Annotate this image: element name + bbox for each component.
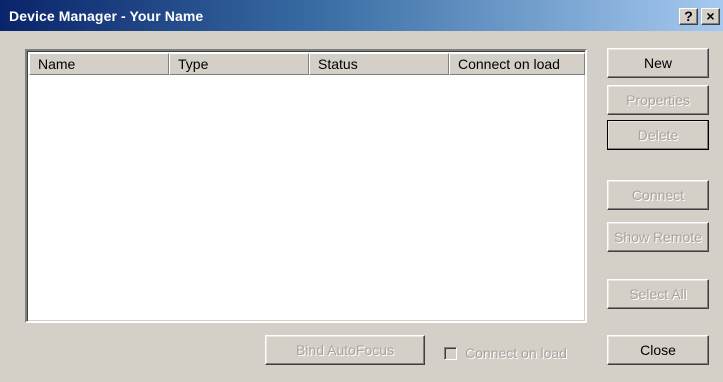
column-header-connect-on-load[interactable]: Connect on load [449,53,585,75]
column-header-status[interactable]: Status [309,53,449,75]
connect-on-load-label: Connect on load [465,345,567,361]
connect-on-load-option[interactable]: Connect on load [444,343,567,363]
column-header-type[interactable]: Type [169,53,309,75]
show-remote-button[interactable]: Show Remote [607,222,709,252]
column-header-name[interactable]: Name [29,53,169,75]
delete-button[interactable]: Delete [607,120,709,150]
connect-on-load-checkbox[interactable] [444,346,457,360]
connect-button[interactable]: Connect [607,180,709,210]
bind-autofocus-button[interactable]: Bind AutoFocus [265,335,425,365]
close-button[interactable]: Close [607,335,709,365]
help-button[interactable]: ? [679,8,698,25]
list-header: Name Type Status Connect on load [29,53,585,75]
new-button[interactable]: New [607,48,709,78]
properties-button[interactable]: Properties [607,85,709,115]
select-all-button[interactable]: Select All [607,279,709,309]
close-icon[interactable]: × [701,8,720,25]
device-list[interactable]: Name Type Status Connect on load [25,49,587,323]
title-bar: Device Manager - Your Name ? × [0,0,723,31]
window-title: Device Manager - Your Name [9,8,204,24]
device-manager-dialog: Device Manager - Your Name ? × Name Type… [0,0,723,382]
